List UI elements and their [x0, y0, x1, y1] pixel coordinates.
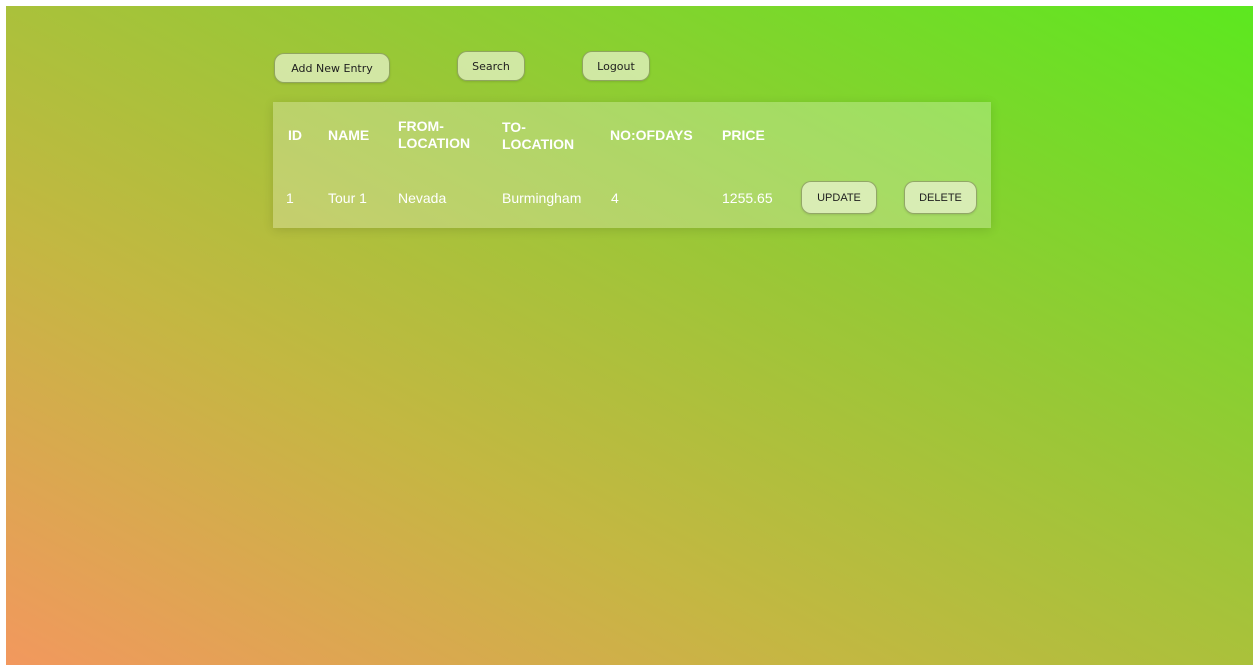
- delete-button[interactable]: DELETE: [904, 181, 977, 214]
- cell-to-location: Burmingham: [502, 190, 582, 206]
- cell-name: Tour 1: [328, 190, 367, 206]
- header-from-line1: FROM-: [398, 118, 444, 134]
- logout-button[interactable]: Logout: [582, 51, 650, 81]
- header-from-line2: LOCATION: [398, 135, 471, 151]
- header-to-line1: TO-: [502, 119, 526, 135]
- update-button[interactable]: UPDATE: [801, 181, 877, 214]
- header-to-line2: LOCATION: [502, 136, 575, 152]
- add-new-entry-button[interactable]: Add New Entry: [274, 53, 390, 83]
- cell-from-location: Nevada: [398, 190, 447, 206]
- search-button[interactable]: Search: [457, 51, 525, 81]
- cell-price: 1255.65: [722, 190, 773, 206]
- cell-no-of-days: 4: [611, 190, 619, 206]
- header-price: PRICE: [722, 127, 765, 143]
- tours-table: ID NAME FROM- LOCATION TO- LOCATION NO:O…: [273, 102, 991, 228]
- cell-id: 1: [286, 190, 294, 206]
- header-no-of-days: NO:OFDAYS: [610, 127, 693, 143]
- header-id: ID: [288, 127, 302, 143]
- header-name: NAME: [328, 127, 370, 143]
